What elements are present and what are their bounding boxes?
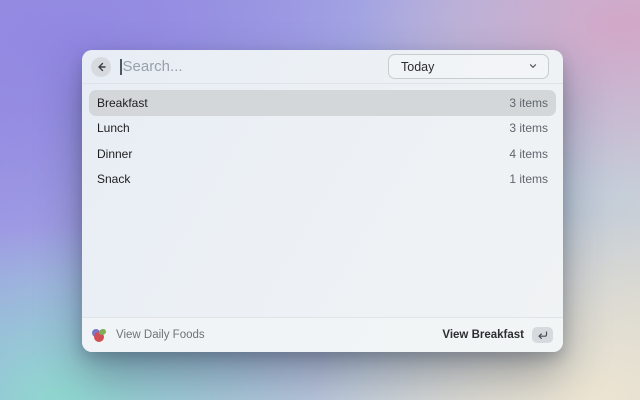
footer-app: View Daily Foods	[92, 328, 205, 343]
list-item-label: Breakfast	[97, 95, 148, 110]
desktop-background: Today Breakfast 3 items Lunch 3 items Di…	[0, 0, 640, 400]
list-item-snack[interactable]: Snack 1 items	[89, 167, 556, 193]
list-item-dinner[interactable]: Dinner 4 items	[89, 141, 556, 167]
back-button[interactable]	[91, 56, 111, 77]
date-filter-selected: Today	[401, 59, 435, 74]
results-list: Breakfast 3 items Lunch 3 items Dinner 4…	[82, 84, 563, 317]
list-item-count: 3 items	[509, 121, 548, 136]
list-item-label: Lunch	[97, 121, 130, 136]
date-filter-dropdown[interactable]: Today	[388, 54, 549, 79]
back-arrow-icon	[95, 61, 107, 73]
chevron-down-icon	[528, 58, 538, 76]
list-item-count: 1 items	[509, 172, 548, 187]
search-bar: Today	[82, 50, 563, 84]
search-input[interactable]	[121, 58, 388, 75]
daily-foods-app-icon	[92, 328, 107, 343]
footer-action-label: View Breakfast	[442, 329, 524, 341]
list-item-lunch[interactable]: Lunch 3 items	[89, 116, 556, 142]
footer-app-label: View Daily Foods	[116, 329, 205, 341]
return-key-icon	[532, 327, 553, 343]
list-item-count: 3 items	[509, 95, 548, 110]
footer-primary-action[interactable]: View Breakfast	[442, 327, 553, 343]
footer: View Daily Foods View Breakfast	[82, 317, 563, 352]
list-item-count: 4 items	[509, 146, 548, 161]
launcher-window: Today Breakfast 3 items Lunch 3 items Di…	[82, 50, 563, 352]
list-item-label: Snack	[97, 172, 131, 187]
list-item-label: Dinner	[97, 146, 133, 161]
list-item-breakfast[interactable]: Breakfast 3 items	[89, 90, 556, 116]
